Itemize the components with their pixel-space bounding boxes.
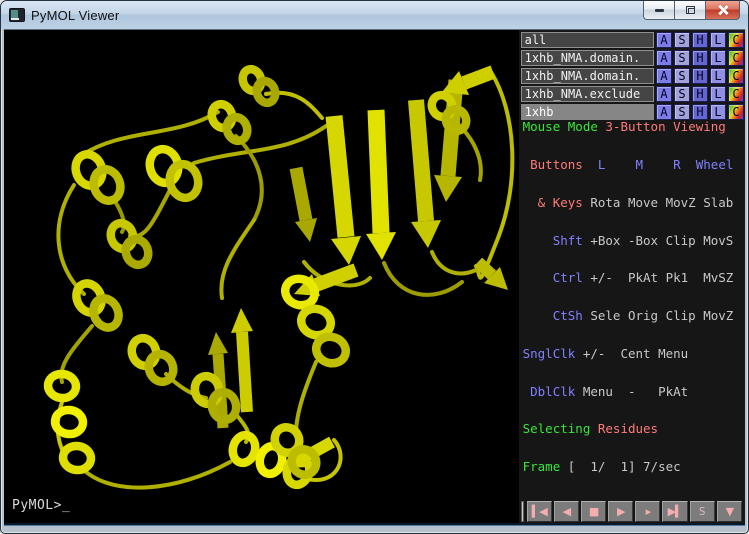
- stop-button[interactable]: ■: [581, 501, 606, 522]
- show-button[interactable]: S: [674, 50, 690, 66]
- show-button[interactable]: S: [674, 32, 690, 48]
- object-name[interactable]: 1xhb_NMA.domain.: [521, 50, 654, 66]
- mouse-dblclk-row: DblClk Menu - PkAt: [523, 386, 734, 399]
- object-row: all A S H L C: [521, 32, 744, 48]
- mouse-mode-line[interactable]: Mouse Mode 3-Button Viewing: [523, 121, 734, 134]
- label-button[interactable]: L: [710, 68, 726, 84]
- mouse-mode-panel: Mouse Mode 3-Button Viewing Buttons L M …: [523, 96, 734, 499]
- mouse-snglclk-row: SnglClk +/- Cent Menu: [523, 348, 734, 361]
- color-button[interactable]: C: [728, 68, 744, 84]
- object-row: 1xhb_NMA.domain. A S H L C: [521, 68, 744, 84]
- app-icon: [9, 8, 25, 22]
- playback-menu-button[interactable]: ▼: [717, 501, 742, 522]
- object-name-all[interactable]: all: [521, 32, 654, 48]
- maximize-icon: [686, 6, 695, 14]
- step-back-button[interactable]: ◀: [554, 501, 579, 522]
- step-forward-button[interactable]: ▸: [635, 501, 660, 522]
- label-button[interactable]: L: [710, 32, 726, 48]
- playback-menu-icon: ▼: [726, 505, 733, 518]
- control-panel: all A S H L C 1xhb_NMA.domain. A S H L C…: [519, 30, 745, 523]
- window-title: PyMOL Viewer: [31, 8, 119, 23]
- step-forward-icon: ▸: [646, 505, 651, 518]
- command-prompt[interactable]: PyMOL>_: [12, 498, 70, 513]
- go-to-end-icon: ▶▍: [668, 505, 683, 518]
- minimize-icon: [655, 9, 664, 12]
- minimize-button[interactable]: [643, 1, 675, 20]
- color-button[interactable]: C: [728, 32, 744, 48]
- scene-toggle-label: S: [699, 505, 706, 518]
- play-button[interactable]: ▶: [608, 501, 633, 522]
- action-button[interactable]: A: [656, 32, 672, 48]
- play-icon: ▶: [617, 505, 624, 518]
- mouse-shift-row: Shft +Box -Box Clip MovS: [523, 235, 734, 248]
- playback-bar: ▍◀ ◀ ■ ▶ ▸ ▶▍ S ▼: [521, 501, 743, 522]
- action-button[interactable]: A: [656, 68, 672, 84]
- selecting-mode-line[interactable]: Selecting Residues: [523, 423, 734, 436]
- pymol-window: PyMOL Viewer: [0, 0, 749, 534]
- scene-toggle-button[interactable]: S: [690, 501, 715, 522]
- hide-button[interactable]: H: [692, 50, 708, 66]
- client-area: PyMOL>_ all A S H L C 1xhb_NMA.domain. A…: [4, 29, 745, 523]
- close-icon: [718, 5, 728, 15]
- panel-resize-handle[interactable]: [521, 501, 524, 522]
- mouse-ctrl-row: Ctrl +/- PkAt Pk1 MvSZ: [523, 272, 734, 285]
- stop-icon: ■: [589, 505, 598, 518]
- show-button[interactable]: S: [674, 68, 690, 84]
- action-button[interactable]: A: [656, 50, 672, 66]
- hide-button[interactable]: H: [692, 68, 708, 84]
- go-to-start-button[interactable]: ▍◀: [527, 501, 552, 522]
- molecule-viewport[interactable]: PyMOL>_: [4, 30, 519, 523]
- frame-status-line[interactable]: Frame [ 1/ 1] 7/sec: [523, 461, 734, 474]
- object-row: 1xhb_NMA.domain. A S H L C: [521, 50, 744, 66]
- go-to-start-icon: ▍◀: [532, 505, 547, 518]
- mouse-buttons-header: Buttons L M R Wheel: [523, 159, 734, 172]
- go-to-end-button[interactable]: ▶▍: [662, 501, 687, 522]
- titlebar[interactable]: PyMOL Viewer: [1, 1, 748, 29]
- maximize-button[interactable]: [675, 1, 705, 20]
- label-button[interactable]: L: [710, 50, 726, 66]
- mouse-keys-row: & Keys Rota Move MovZ Slab: [523, 197, 734, 210]
- close-button[interactable]: [705, 1, 740, 20]
- color-button[interactable]: C: [728, 50, 744, 66]
- hide-button[interactable]: H: [692, 32, 708, 48]
- step-back-icon: ◀: [563, 505, 570, 518]
- protein-ribbon-1xhb: [4, 30, 519, 523]
- object-name[interactable]: 1xhb_NMA.domain.: [521, 68, 654, 84]
- mouse-ctsh-row: CtSh Sele Orig Clip MovZ: [523, 310, 734, 323]
